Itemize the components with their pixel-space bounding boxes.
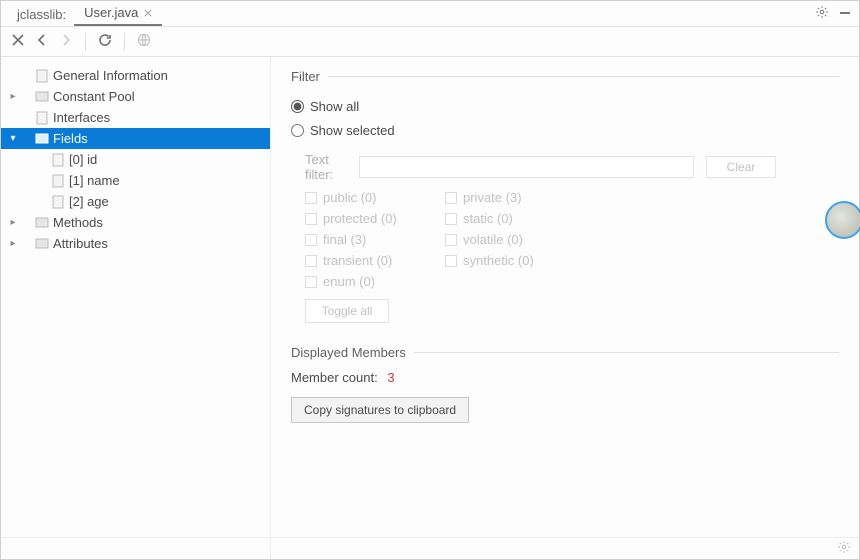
chevron-right-icon[interactable]: ▸ <box>7 217 19 228</box>
page-icon <box>49 153 67 167</box>
toolbar-separator <box>124 33 125 51</box>
modifier-checkbox-public[interactable]: public (0) <box>305 190 445 205</box>
chevron-down-icon[interactable]: ▾ <box>7 133 19 144</box>
modifier-checkbox-static[interactable]: static (0) <box>445 211 585 226</box>
checkbox-icon <box>445 255 457 267</box>
tree-item-label: Attributes <box>51 236 108 251</box>
modifier-label: synthetic (0) <box>463 253 534 268</box>
tree-item-general-information[interactable]: General Information <box>1 65 270 86</box>
tree-item-field-2[interactable]: [2] age <box>1 191 270 212</box>
tree-item-label: Interfaces <box>51 110 110 125</box>
tree-item-attributes[interactable]: ▸ Attributes <box>1 233 270 254</box>
radio-show-selected[interactable] <box>291 124 304 137</box>
folder-icon <box>33 238 51 249</box>
modifier-label: final (3) <box>323 232 366 247</box>
displayed-heading: Displayed Members <box>291 345 406 360</box>
tree-item-label: [2] age <box>67 194 109 209</box>
globe-icon[interactable] <box>137 33 151 50</box>
tree-item-label: Constant Pool <box>51 89 135 104</box>
text-filter-input[interactable] <box>359 156 694 178</box>
gear-icon[interactable] <box>837 540 851 557</box>
modifier-label: volatile (0) <box>463 232 523 247</box>
clear-button[interactable]: Clear <box>706 156 776 178</box>
toggle-all-button[interactable]: Toggle all <box>305 299 389 323</box>
tab-userjava[interactable]: User.java <box>74 1 162 26</box>
tree-item-methods[interactable]: ▸ Methods <box>1 212 270 233</box>
modifier-checkbox-enum[interactable]: enum (0) <box>305 274 445 289</box>
tree-item-label: [1] name <box>67 173 120 188</box>
modifier-label: transient (0) <box>323 253 392 268</box>
folder-icon <box>33 133 51 144</box>
filter-heading: Filter <box>291 69 320 84</box>
radio-show-all[interactable] <box>291 100 304 113</box>
modifier-label: public (0) <box>323 190 376 205</box>
chevron-right-icon[interactable]: ▸ <box>7 91 19 102</box>
modifier-label: static (0) <box>463 211 513 226</box>
page-icon <box>33 111 51 125</box>
checkbox-icon <box>305 192 317 204</box>
page-icon <box>33 69 51 83</box>
back-icon[interactable] <box>35 33 49 50</box>
checkbox-icon <box>445 192 457 204</box>
tab-label: User.java <box>84 5 138 20</box>
status-bar <box>1 537 859 559</box>
copy-signatures-button[interactable]: Copy signatures to clipboard <box>291 397 469 423</box>
modifier-checkbox-private[interactable]: private (3) <box>445 190 585 205</box>
close-tab-icon[interactable] <box>144 5 152 20</box>
modifier-label: private (3) <box>463 190 522 205</box>
modifier-checkbox-synthetic[interactable]: synthetic (0) <box>445 253 585 268</box>
tree-item-interfaces[interactable]: Interfaces <box>1 107 270 128</box>
tree-item-field-0[interactable]: [0] id <box>1 149 270 170</box>
member-count-label: Member count: <box>291 370 378 385</box>
minimize-icon[interactable] <box>839 5 853 22</box>
member-count-value: 3 <box>387 370 394 385</box>
divider <box>414 352 839 353</box>
divider <box>328 76 839 77</box>
text-filter-label: Text filter: <box>291 152 359 182</box>
checkbox-icon <box>305 255 317 267</box>
modifier-checkbox-final[interactable]: final (3) <box>305 232 445 247</box>
modifier-label: protected (0) <box>323 211 397 226</box>
checkbox-icon <box>305 276 317 288</box>
radio-show-all-label: Show all <box>310 99 359 114</box>
tree-item-label: Fields <box>51 131 88 146</box>
forward-icon <box>59 33 73 50</box>
checkbox-icon <box>445 213 457 225</box>
close-icon[interactable] <box>11 33 25 50</box>
checkbox-icon <box>305 213 317 225</box>
modifier-label: enum (0) <box>323 274 375 289</box>
radio-show-selected-label: Show selected <box>310 123 395 138</box>
tree-item-constant-pool[interactable]: ▸ Constant Pool <box>1 86 270 107</box>
content-panel: Filter Show all Show selected Text filte… <box>271 57 859 559</box>
avatar[interactable] <box>825 201 860 239</box>
tree-item-field-1[interactable]: [1] name <box>1 170 270 191</box>
checkbox-icon <box>305 234 317 246</box>
toolbar-separator <box>85 33 86 51</box>
folder-icon <box>33 91 51 102</box>
modifier-checkbox-volatile[interactable]: volatile (0) <box>445 232 585 247</box>
tree-panel: General Information ▸ Constant Pool Inte… <box>1 57 271 559</box>
tree-item-label: General Information <box>51 68 168 83</box>
modifier-checkbox-protected[interactable]: protected (0) <box>305 211 445 226</box>
tree-item-fields[interactable]: ▾ Fields <box>1 128 270 149</box>
page-icon <box>49 174 67 188</box>
refresh-icon[interactable] <box>98 33 112 50</box>
tree-item-label: Methods <box>51 215 103 230</box>
gear-icon[interactable] <box>815 5 829 22</box>
app-label: jclasslib: <box>9 3 74 26</box>
tree-item-label: [0] id <box>67 152 97 167</box>
page-icon <box>49 195 67 209</box>
folder-icon <box>33 217 51 228</box>
modifier-checkbox-transient[interactable]: transient (0) <box>305 253 445 268</box>
checkbox-icon <box>445 234 457 246</box>
chevron-right-icon[interactable]: ▸ <box>7 238 19 249</box>
